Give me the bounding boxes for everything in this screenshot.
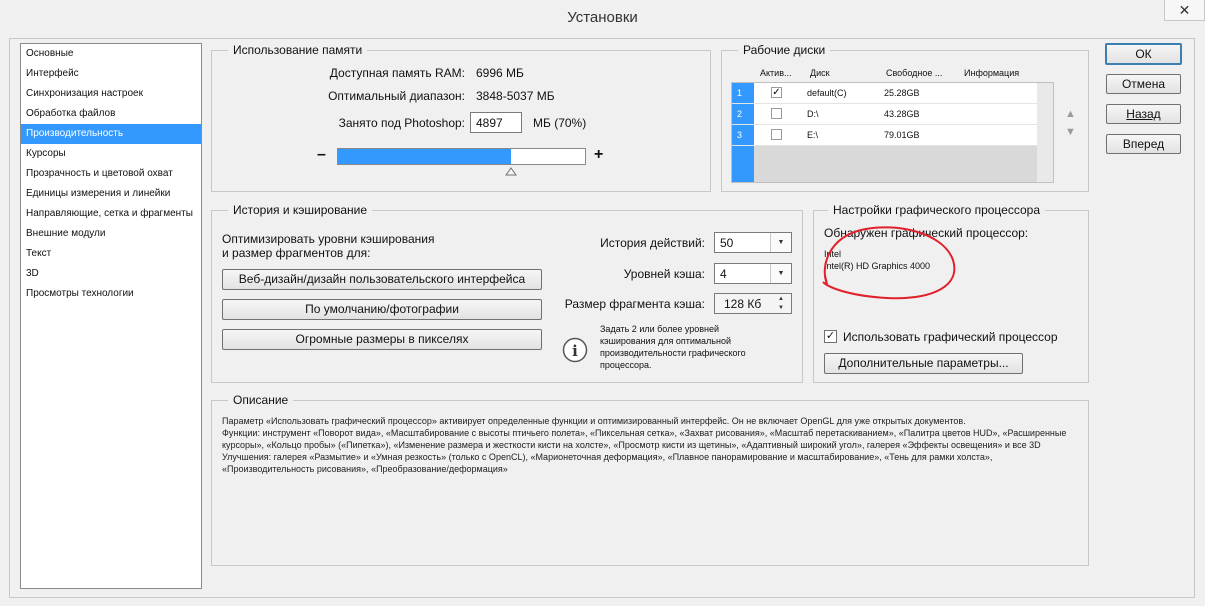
scratch-disks-table: 1 ✓ default(C) 25.28GB 2 D:\ 43.28GB 3 E… [731, 82, 1054, 183]
cache-hint-line1: Задать 2 или более уровней [600, 324, 720, 334]
gpu-settings-legend: Настройки графического процессора [828, 203, 1045, 217]
sidebar-item-3d[interactable]: 3D [21, 264, 201, 284]
photoshop-memory-input[interactable]: 4897 [470, 112, 522, 133]
sidebar-item-type[interactable]: Текст [21, 244, 201, 264]
memory-increase-button[interactable]: + [594, 146, 603, 164]
optimize-caption-line1: Оптимизировать уровни кэширования [222, 232, 435, 246]
photoshop-memory-label: Занято под Photoshop: [338, 116, 465, 130]
cache-hint-line3: производительности графического [600, 348, 746, 358]
move-up-icon[interactable]: ▲ [1065, 108, 1076, 120]
sidebar-item-tech-previews[interactable]: Просмотры технологии [21, 284, 201, 304]
history-states-combo[interactable]: 50 ▼ [714, 232, 792, 253]
memory-usage-legend: Использование памяти [228, 43, 368, 57]
sidebar: Основные Интерфейс Синхронизация настрое… [20, 43, 202, 589]
sidebar-item-plugins[interactable]: Внешние модули [21, 224, 201, 244]
description-text: Параметр «Использовать графический проце… [222, 415, 1082, 475]
col-info[interactable]: Информация [964, 68, 1019, 78]
description-legend: Описание [228, 393, 294, 407]
disk-active-checkbox[interactable]: ✓ [771, 87, 782, 98]
available-ram-label: Доступная память RAM: [329, 66, 465, 80]
memory-slider-track[interactable] [337, 148, 586, 165]
disk-active-checkbox[interactable] [771, 108, 782, 119]
use-gpu-checkbox[interactable]: ✓ [824, 330, 837, 343]
gpu-advanced-settings-button[interactable]: Дополнительные параметры... [824, 353, 1023, 374]
memory-slider-thumb[interactable] [505, 166, 517, 176]
stepper-arrows-icon[interactable]: ▲ ▼ [771, 294, 791, 314]
web-ui-design-button[interactable]: Веб-дизайн/дизайн пользовательского инте… [222, 269, 542, 290]
optimal-range-value: 3848-5037 МБ [476, 89, 555, 103]
close-button[interactable]: ✕ [1164, 0, 1205, 21]
table-row[interactable]: 3 E:\ 79.01GB [732, 125, 1037, 146]
description-paragraph: Параметр «Использовать графический проце… [222, 416, 966, 426]
row-number: 1 [732, 83, 754, 103]
info-icon-glyph: i [572, 342, 578, 360]
sidebar-item-cursors[interactable]: Курсоры [21, 144, 201, 164]
sidebar-item-units[interactable]: Единицы измерения и линейки [21, 184, 201, 204]
back-button[interactable]: Назад [1106, 104, 1181, 124]
col-disk[interactable]: Диск [810, 68, 830, 78]
col-active[interactable]: Актив... [760, 68, 791, 78]
memory-decrease-button[interactable]: – [317, 146, 326, 164]
cache-levels-combo[interactable]: 4 ▼ [714, 263, 792, 284]
move-down-icon[interactable]: ▼ [1065, 126, 1076, 138]
description-paragraph: Улучшения: галерея «Размытие» и «Умная р… [222, 452, 993, 474]
disk-active-checkbox[interactable] [771, 129, 782, 140]
history-states-value: 50 [720, 236, 734, 250]
sidebar-item-file-handling[interactable]: Обработка файлов [21, 104, 201, 124]
table-row[interactable]: 1 ✓ default(C) 25.28GB [732, 83, 1037, 104]
use-gpu-label[interactable]: Использовать графический процессор [843, 330, 1058, 344]
huge-pixel-dimensions-button[interactable]: Огромные размеры в пикселях [222, 329, 542, 350]
sidebar-item-sync[interactable]: Синхронизация настроек [21, 84, 201, 104]
red-annotation-circle [822, 226, 956, 300]
cache-tile-size-value: 128 Кб [724, 297, 762, 311]
disk-free: 43.28GB [884, 109, 920, 119]
row-number: 2 [732, 104, 754, 124]
cache-hint-line2: кэширования для оптимальной [600, 336, 731, 346]
disk-free: 79.01GB [884, 130, 920, 140]
disk-name: D:\ [807, 109, 819, 119]
disk-name: E:\ [807, 130, 819, 140]
sidebar-item-general[interactable]: Основные [21, 44, 201, 64]
sidebar-item-transparency[interactable]: Прозрачность и цветовой охват [21, 164, 201, 184]
row-number-strip [732, 146, 754, 182]
scratch-disks-legend: Рабочие диски [738, 43, 831, 57]
cache-levels-value: 4 [720, 267, 727, 281]
available-ram-value: 6996 МБ [476, 66, 524, 80]
cache-levels-label: Уровней кэша: [623, 267, 705, 281]
cancel-button[interactable]: Отмена [1106, 74, 1181, 94]
chevron-down-icon[interactable]: ▼ [770, 233, 791, 252]
col-free[interactable]: Свободное ... [886, 68, 942, 78]
default-photos-button[interactable]: По умолчанию/фотографии [222, 299, 542, 320]
sidebar-item-interface[interactable]: Интерфейс [21, 64, 201, 84]
cache-tile-size-stepper[interactable]: 128 Кб ▲ ▼ [714, 293, 792, 314]
info-icon: i [562, 337, 588, 363]
photoshop-memory-unit: МБ (70%) [533, 116, 587, 130]
ok-button[interactable]: ОК [1105, 43, 1182, 65]
window-title: Установки [567, 9, 638, 26]
cache-tile-size-label: Размер фрагмента кэша: [564, 297, 705, 311]
row-number: 3 [732, 125, 754, 145]
disk-free: 25.28GB [884, 88, 920, 98]
history-states-label: История действий: [600, 236, 705, 250]
description-paragraph: Функции: инструмент «Поворот вида», «Мас… [222, 428, 1067, 450]
table-empty-area [754, 146, 1037, 182]
title-bar: Установки ✕ [0, 0, 1205, 38]
optimize-caption-line2: и размер фрагментов для: [222, 246, 371, 260]
cache-hint-line4: процессора. [600, 360, 652, 370]
table-row[interactable]: 2 D:\ 43.28GB [732, 104, 1037, 125]
history-cache-legend: История и кэширование [228, 203, 373, 217]
sidebar-item-guides[interactable]: Направляющие, сетка и фрагменты [21, 204, 201, 224]
memory-slider-fill [338, 149, 511, 164]
disk-name: default(C) [807, 88, 847, 98]
chevron-down-icon[interactable]: ▼ [770, 264, 791, 283]
forward-button[interactable]: Вперед [1106, 134, 1181, 154]
table-scrollbar[interactable] [1037, 83, 1053, 182]
optimal-range-label: Оптимальный диапазон: [328, 89, 465, 103]
sidebar-item-performance[interactable]: Производительность [21, 124, 201, 144]
